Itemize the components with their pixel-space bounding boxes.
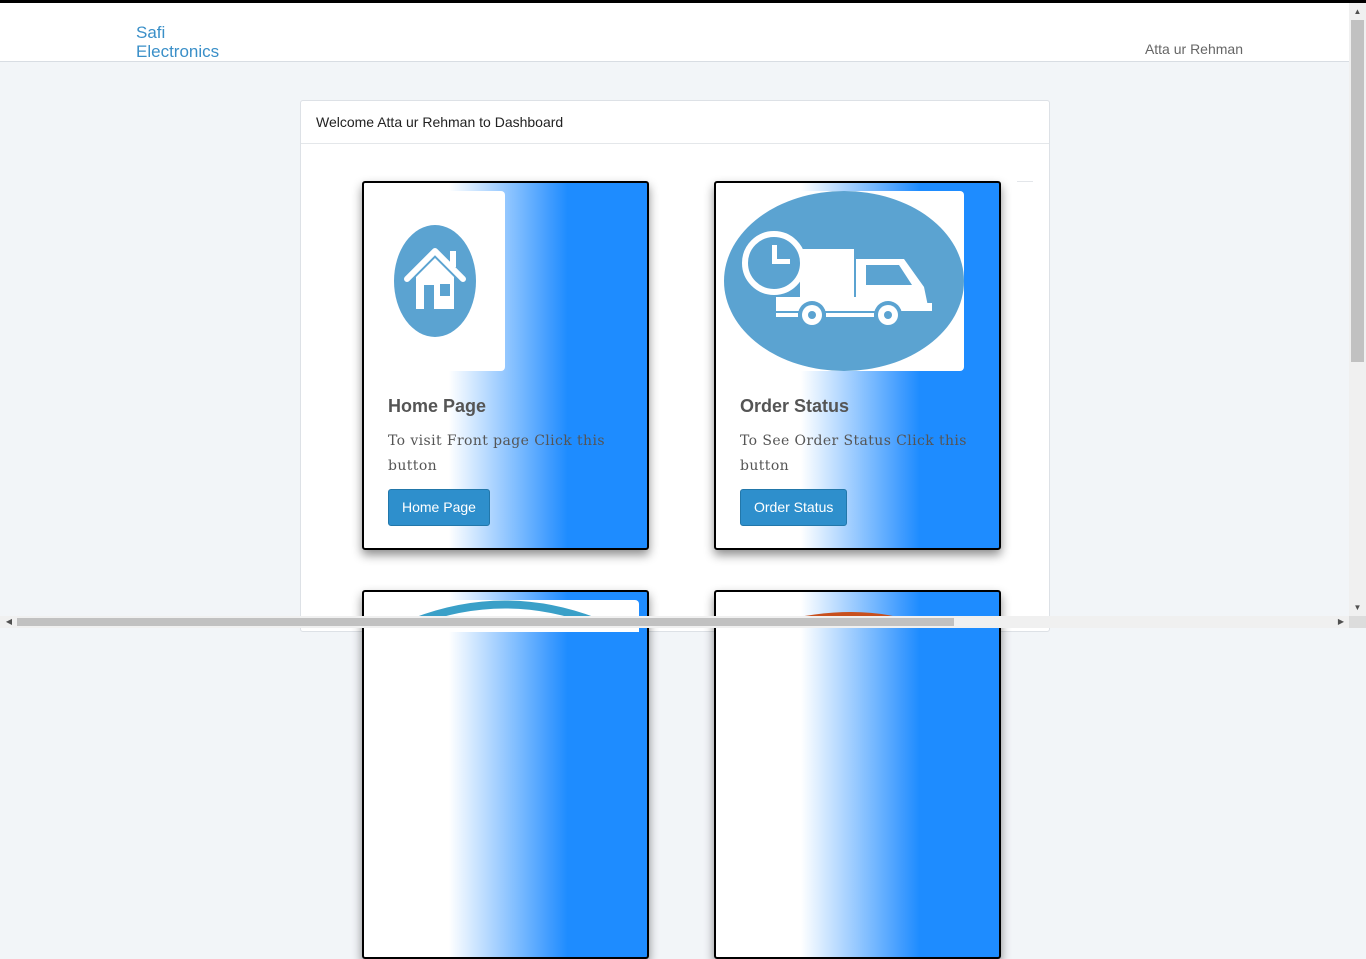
scroll-down-arrow-icon[interactable]: ▼ [1349,601,1366,615]
card-title: Home Page [388,396,487,416]
card-title: Order Status [740,396,850,416]
brand-logo-link[interactable]: Safi Electronics [136,23,236,61]
dashboard-card [714,590,1001,959]
navbar: Safi Electronics Atta ur Rehman [0,3,1349,62]
order-status-card: Order Status To See Order Status Click t… [714,181,1001,550]
home-page-card: Home Page To visit Front page Click this… [362,181,649,550]
user-name-link[interactable]: Atta ur Rehman [1145,41,1243,57]
card-description: To visit Front page Click this button [388,433,605,474]
vertical-scrollbar[interactable]: ▲ ▼ [1349,3,1366,628]
scroll-left-arrow-icon[interactable]: ◀ [2,616,16,628]
order-status-button[interactable]: Order Status [740,489,848,526]
home-page-button[interactable]: Home Page [388,489,490,526]
delivery-truck-icon [724,191,964,371]
home-card-image [372,191,505,371]
horizontal-scrollbar[interactable]: ◀ ▶ [0,616,1349,628]
brand-line1: Safi [136,23,166,42]
dashboard-card [362,590,649,959]
home-icon [394,225,476,337]
scroll-up-arrow-icon[interactable]: ▲ [1349,5,1366,19]
dashboard-panel: Welcome Atta ur Rehman to Dashboard Home… [300,100,1050,959]
divider [1017,181,1033,182]
order-card-image [724,191,964,371]
scroll-right-arrow-icon[interactable]: ▶ [1334,616,1348,628]
brand-line2: Electronics [136,42,220,61]
panel-heading: Welcome Atta ur Rehman to Dashboard [301,101,1049,144]
card-description: To See Order Status Click this button [740,433,967,474]
scrollbar-thumb[interactable] [1351,20,1364,362]
scrollbar-corner [1349,616,1366,628]
scrollbar-thumb[interactable] [17,618,954,626]
